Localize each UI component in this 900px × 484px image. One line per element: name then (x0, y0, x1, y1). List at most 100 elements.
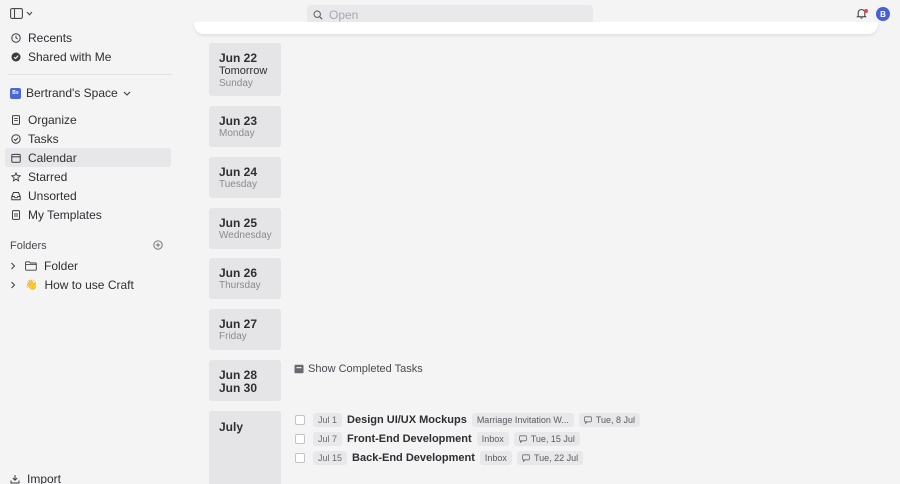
day-relative: Tomorrow (219, 65, 268, 77)
sidebar-toggle-icon (10, 8, 23, 19)
task-due[interactable]: Tue, 22 Jul (516, 451, 584, 465)
sidebar-item-label: Recents (28, 30, 73, 45)
task-title[interactable]: Back-End Development (352, 452, 475, 464)
archive-icon (294, 364, 304, 374)
day-date: Jun 25 (219, 216, 258, 230)
sidebar: Recents Shared with Me Bs Bertrand's Spa… (0, 0, 178, 484)
folder-item-folder[interactable]: Folder (10, 259, 78, 273)
sidebar-item-label: My Templates (28, 207, 102, 222)
star-icon (11, 171, 21, 182)
task-date: Jul 15 (313, 451, 348, 465)
day-weekday: Tuesday (219, 179, 257, 190)
day-weekday: Thursday (219, 280, 261, 291)
day-date: Jun 27 (219, 317, 258, 331)
flag-icon (522, 454, 530, 462)
avatar[interactable]: B (876, 7, 890, 21)
chevron-right-icon[interactable] (10, 281, 18, 289)
clock-icon (11, 32, 21, 43)
sidebar-toggle-button[interactable] (10, 8, 33, 19)
search-icon (313, 9, 323, 20)
task-checkbox[interactable] (295, 415, 305, 425)
content-panel-edge (194, 22, 878, 34)
day-card[interactable]: Jun 22 Tomorrow Sunday (209, 43, 281, 96)
task-title[interactable]: Front-End Development (347, 433, 472, 445)
task-location[interactable]: Inbox (476, 432, 509, 446)
import-label: Import (27, 472, 62, 484)
folder-item-how-to-use-craft[interactable]: 👋 How to use Craft (10, 278, 134, 292)
flag-icon (518, 435, 527, 443)
sidebar-item-recents[interactable]: Recents (5, 28, 171, 47)
table-row[interactable]: Jul 15 Back-End Development Inbox Tue, 2… (295, 451, 584, 465)
notification-badge (864, 9, 868, 13)
day-card[interactable]: Jun 23 Monday (209, 106, 281, 147)
search-input[interactable] (329, 7, 569, 22)
show-completed-label: Show Completed Tasks (308, 363, 423, 375)
task-location[interactable]: Marriage Invitation W... (471, 413, 574, 427)
sidebar-item-starred[interactable]: Starred (5, 167, 171, 186)
tray-icon (11, 191, 21, 201)
table-row[interactable]: Jul 1 Design UI/UX Mockups Marriage Invi… (295, 413, 641, 427)
task-due[interactable]: Tue, 15 Jul (513, 432, 580, 446)
calendar-icon (11, 153, 21, 163)
space-badge: Bs (10, 87, 21, 99)
day-date: Jun 24 (219, 165, 258, 179)
day-card[interactable]: Jun 28 Jun 30 (209, 360, 281, 401)
table-row[interactable]: Jul 7 Front-End Development Inbox Tue, 1… (295, 432, 580, 446)
document-icon (11, 114, 21, 125)
sidebar-item-label: Starred (28, 169, 68, 184)
day-card[interactable]: Jun 26 Thursday (209, 258, 281, 299)
chevron-down-icon (123, 91, 131, 96)
sidebar-item-organize[interactable]: Organize (5, 110, 171, 129)
chevron-right-icon[interactable] (10, 262, 18, 270)
space-name: Bertrand's Space (26, 86, 118, 100)
import-icon (10, 474, 20, 484)
folder-label: Folder (44, 259, 79, 273)
folder-label: How to use Craft (44, 278, 134, 292)
wave-emoji-icon: 👋 (25, 279, 38, 291)
sidebar-item-label: Organize (28, 112, 77, 127)
day-card[interactable]: Jun 27 Friday (209, 309, 281, 350)
task-title[interactable]: Design UI/UX Mockups (347, 414, 467, 426)
task-due[interactable]: Tue, 8 Jul (578, 413, 641, 427)
plus-circle-icon (153, 240, 163, 250)
shared-icon (11, 52, 21, 62)
sidebar-divider (8, 74, 172, 75)
task-due-label: Tue, 15 Jul (530, 434, 575, 444)
space-switcher[interactable]: Bs Bertrand's Space (10, 86, 131, 100)
task-checkbox[interactable] (295, 453, 305, 463)
sidebar-item-shared-with-me[interactable]: Shared with Me (5, 47, 171, 66)
sidebar-item-calendar[interactable]: Calendar (5, 148, 171, 167)
day-weekday: Monday (219, 128, 255, 139)
chevron-down-icon (26, 11, 33, 16)
day-date: Jun 26 (219, 266, 258, 280)
sidebar-item-unsorted[interactable]: Unsorted (5, 186, 171, 205)
flag-icon (584, 416, 592, 424)
sidebar-item-tasks[interactable]: Tasks (5, 129, 171, 148)
import-button[interactable]: Import (10, 472, 61, 484)
task-due-label: Tue, 8 Jul (595, 415, 636, 425)
add-folder-button[interactable] (153, 240, 163, 250)
task-due-label: Tue, 22 Jul (533, 453, 579, 463)
show-completed-tasks-toggle[interactable]: Show Completed Tasks (294, 363, 423, 375)
folder-icon (25, 261, 37, 271)
sidebar-item-label: Calendar (28, 150, 77, 165)
day-date: July (219, 420, 244, 434)
folders-heading: Folders (10, 240, 47, 252)
day-card[interactable]: July (209, 411, 281, 484)
task-location[interactable]: Inbox (479, 451, 512, 465)
task-date: Jul 1 (313, 413, 343, 427)
template-icon (11, 209, 21, 220)
day-date: Jun 23 (219, 114, 258, 128)
task-date: Jul 7 (313, 432, 343, 446)
day-weekday: Friday (219, 331, 247, 342)
day-date: Jun 22 (219, 51, 258, 65)
day-range-end: Jun 30 (219, 381, 258, 395)
day-weekday: Sunday (219, 78, 253, 89)
task-checkbox[interactable] (295, 434, 305, 444)
day-card[interactable]: Jun 24 Tuesday (209, 157, 281, 198)
day-card[interactable]: Jun 25 Wednesday (209, 208, 281, 249)
sidebar-item-label: Tasks (28, 131, 59, 146)
check-circle-icon (11, 133, 21, 144)
sidebar-item-label: Unsorted (28, 188, 77, 203)
sidebar-item-my-templates[interactable]: My Templates (5, 205, 171, 224)
